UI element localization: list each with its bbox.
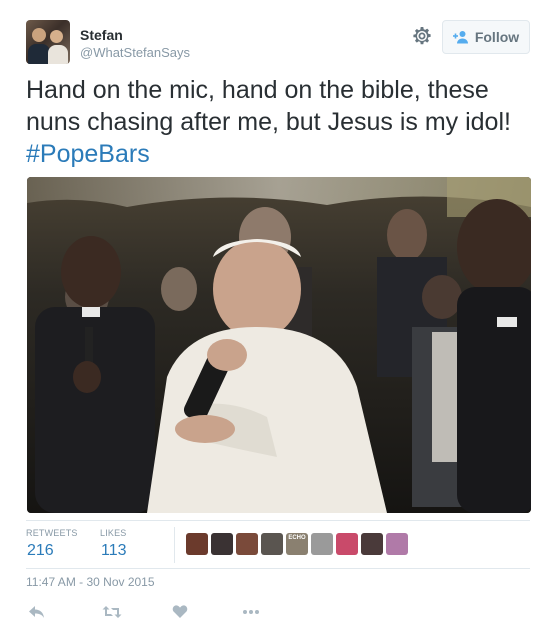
liker-avatar[interactable] xyxy=(186,533,208,555)
tweet-text: Hand on the mic, hand on the bible, thes… xyxy=(26,74,546,170)
liker-avatar[interactable] xyxy=(311,533,333,555)
reply-icon[interactable] xyxy=(28,604,46,622)
hashtag-link[interactable]: #PopeBars xyxy=(26,138,546,170)
retweets-count[interactable]: 216 xyxy=(27,542,54,560)
follow-button-label: Follow xyxy=(474,29,520,45)
liker-avatar[interactable] xyxy=(236,533,258,555)
add-user-icon xyxy=(452,30,469,44)
likes-label: LIKES xyxy=(100,528,127,538)
gear-icon[interactable] xyxy=(411,26,433,48)
liker-avatar[interactable] xyxy=(336,533,358,555)
liker-avatars: ECHO xyxy=(186,533,408,555)
tweet-body: Hand on the mic, hand on the bible, thes… xyxy=(26,76,511,136)
liker-avatar[interactable] xyxy=(361,533,383,555)
tweet-timestamp[interactable]: 11:47 AM - 30 Nov 2015 xyxy=(26,575,155,589)
user-display-name[interactable]: Stefan xyxy=(80,27,123,43)
liker-avatar[interactable]: ECHO xyxy=(286,533,308,555)
tweet-header: Stefan @WhatStefanSays Follow xyxy=(26,20,536,64)
user-avatar[interactable] xyxy=(26,20,70,64)
liker-avatar[interactable] xyxy=(386,533,408,555)
retweets-label: RETWEETS xyxy=(26,528,78,538)
follow-button[interactable]: Follow xyxy=(442,20,530,54)
liker-avatar[interactable] xyxy=(261,533,283,555)
stats-separator xyxy=(174,527,175,563)
divider xyxy=(26,520,530,521)
retweet-icon[interactable] xyxy=(102,604,122,622)
likes-count[interactable]: 113 xyxy=(101,542,127,560)
tweet-photo[interactable] xyxy=(27,177,531,513)
heart-icon[interactable] xyxy=(172,604,188,622)
user-handle[interactable]: @WhatStefanSays xyxy=(80,45,190,60)
more-icon[interactable] xyxy=(242,604,260,622)
liker-avatar[interactable] xyxy=(211,533,233,555)
divider xyxy=(26,568,530,569)
